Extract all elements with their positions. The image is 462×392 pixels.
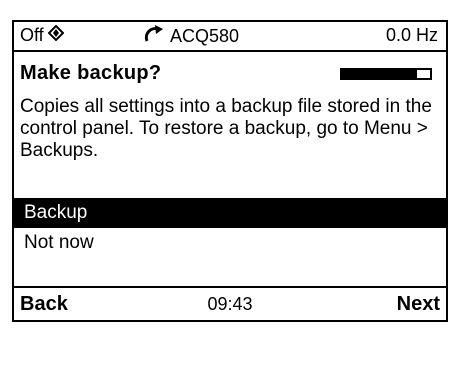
option-not-now[interactable]: Not now xyxy=(14,228,446,258)
run-status: Off xyxy=(20,24,65,46)
frequency-readout: 0.0 Hz xyxy=(385,25,438,45)
softkey-bar: Back 09:43 Next xyxy=(14,286,446,320)
option-label: Backup xyxy=(24,202,88,223)
dialog-header: Make backup? xyxy=(20,60,440,88)
dialog-description: Copies all settings into a backup file s… xyxy=(20,96,432,161)
progress-bar-fill xyxy=(342,70,417,78)
control-panel-display: Off ACQ580 0.0 Hz Make backup? Copies al… xyxy=(12,20,448,322)
diamond-direction-icon xyxy=(47,24,65,46)
status-bar: Off ACQ580 0.0 Hz xyxy=(14,22,446,52)
dialog-title: Make backup? xyxy=(20,62,162,84)
clockwise-arrow-icon xyxy=(144,25,164,48)
progress-bar xyxy=(340,68,432,80)
option-backup[interactable]: Backup xyxy=(14,198,446,228)
clock: 09:43 xyxy=(207,294,253,314)
option-label: Not now xyxy=(24,232,94,253)
drive-name: ACQ580 xyxy=(170,26,240,46)
option-list: Backup Not now xyxy=(14,198,446,258)
drive-info: ACQ580 xyxy=(144,25,239,48)
run-status-text: Off xyxy=(20,25,44,45)
next-softkey[interactable]: Next xyxy=(397,293,440,316)
